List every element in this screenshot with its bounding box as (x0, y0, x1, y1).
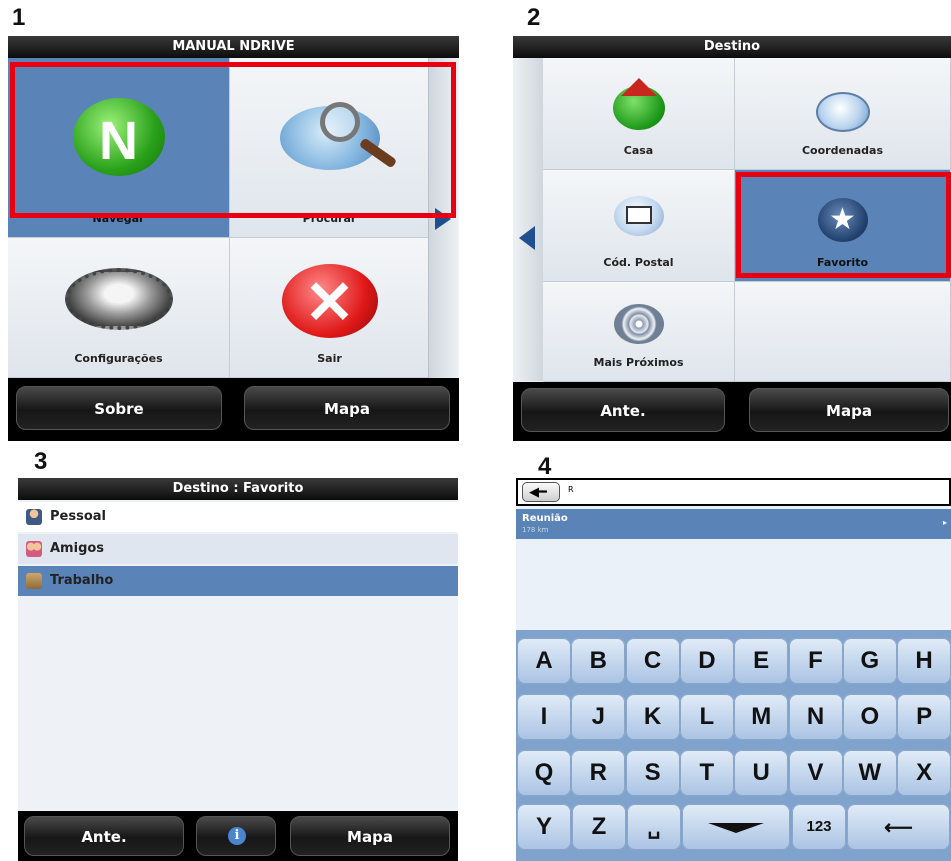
person-icon (26, 509, 42, 525)
list-item-pessoal[interactable]: Pessoal (18, 502, 458, 532)
arrow-left-icon: ◀━ (529, 485, 547, 500)
step-number-3: 3 (34, 448, 48, 475)
key-e[interactable]: E (734, 638, 789, 684)
result-row[interactable]: Reunião 178 km ▸ (516, 509, 951, 539)
arrow-left-icon (519, 226, 535, 250)
gear-icon (64, 268, 173, 330)
coordenadas-tile[interactable]: Coordenadas (735, 58, 951, 170)
key-r[interactable]: R (571, 750, 626, 796)
key-a[interactable]: A (517, 638, 571, 684)
target-icon (613, 304, 664, 344)
empty-tile (735, 282, 951, 382)
list-item-amigos[interactable]: Amigos (18, 534, 458, 564)
key-g[interactable]: G (842, 638, 897, 684)
highlight-box (736, 172, 951, 278)
hide-keyboard-key[interactable] (682, 804, 790, 850)
ante-button[interactable]: Ante. (521, 388, 725, 432)
arrow-left-icon: ⟵ (884, 817, 913, 839)
key-f[interactable]: F (788, 638, 843, 684)
screen-title: Destino : Favorito (18, 478, 458, 500)
key-h[interactable]: H (897, 638, 951, 684)
coordenadas-label: Coordenadas (801, 144, 884, 157)
briefcase-icon (26, 573, 42, 589)
key-y[interactable]: Y (517, 804, 571, 850)
compass-icon (815, 92, 870, 132)
key-i[interactable]: I (517, 694, 571, 740)
step-number-4: 4 (538, 453, 552, 480)
sair-tile[interactable]: ✕ Sair (230, 238, 430, 378)
key-s[interactable]: S (625, 750, 680, 796)
key-l[interactable]: L (679, 694, 734, 740)
key-c[interactable]: C (625, 638, 680, 684)
screen-keyboard-search: ◀━ R Reunião 178 km ▸ ABCDEFGH IJKLMNOP … (516, 478, 951, 861)
key-v[interactable]: V (788, 750, 843, 796)
hide-keyboard-icon (708, 822, 764, 833)
bottom-bar: Sobre Mapa (8, 378, 459, 441)
key-u[interactable]: U (734, 750, 789, 796)
key-z[interactable]: Z (572, 804, 626, 850)
screen-destino: Destino Casa Coordenadas Cód. Postal ★ F… (513, 36, 951, 441)
mapa-button[interactable]: Mapa (749, 388, 949, 432)
cod-postal-label: Cód. Postal (603, 256, 674, 269)
highlight-box (10, 62, 456, 218)
chevron-right-icon: ▸ (942, 518, 947, 527)
list-item-trabalho[interactable]: Trabalho (18, 566, 458, 596)
screen-title: MANUAL NDRIVE (8, 36, 459, 58)
key-o[interactable]: O (842, 694, 897, 740)
info-icon: i (228, 827, 246, 845)
screen-main-menu: MANUAL NDRIVE N Navegar Procurar Configu… (8, 36, 459, 441)
mais-proximos-tile[interactable]: Mais Próximos (543, 282, 735, 382)
search-bar: ◀━ R (516, 478, 951, 506)
result-name: Reunião (522, 513, 568, 524)
configuracoes-label: Configurações (74, 352, 163, 365)
key-w[interactable]: W (842, 750, 897, 796)
screen-favorito-list: Destino : Favorito Pessoal Amigos Trabal… (18, 478, 458, 861)
key-n[interactable]: N (788, 694, 843, 740)
mapa-button[interactable]: Mapa (244, 386, 450, 430)
screen-title: Destino (513, 36, 951, 58)
casa-tile[interactable]: Casa (543, 58, 735, 170)
key-d[interactable]: D (679, 638, 734, 684)
configuracoes-tile[interactable]: Configurações (8, 238, 230, 378)
key-m[interactable]: M (734, 694, 789, 740)
sair-label: Sair (317, 352, 342, 365)
key-p[interactable]: P (897, 694, 951, 740)
key-t[interactable]: T (679, 750, 734, 796)
step-number-2: 2 (527, 4, 541, 31)
numbers-key[interactable]: 123 (792, 804, 846, 850)
ante-button[interactable]: Ante. (24, 816, 184, 856)
list-item-label: Pessoal (50, 509, 106, 524)
space-key[interactable]: ␣ (627, 804, 681, 850)
page-scroll-left[interactable] (513, 58, 544, 381)
space-icon: ␣ (647, 817, 661, 839)
backspace-button[interactable]: ◀━ (522, 482, 560, 502)
people-icon (26, 541, 42, 557)
step-number-1: 1 (12, 4, 26, 31)
list-item-label: Trabalho (50, 573, 114, 588)
search-input[interactable]: R (568, 485, 574, 494)
key-k[interactable]: K (625, 694, 680, 740)
mais-proximos-label: Mais Próximos (593, 356, 684, 369)
info-button[interactable]: i (196, 816, 276, 856)
cod-postal-tile[interactable]: Cód. Postal (543, 170, 735, 282)
result-distance: 178 km (522, 526, 549, 534)
casa-label: Casa (623, 144, 654, 157)
mapa-button[interactable]: Mapa (290, 816, 450, 856)
key-q[interactable]: Q (517, 750, 571, 796)
key-j[interactable]: J (571, 694, 626, 740)
keyboard: ABCDEFGH IJKLMNOP QRSTUVWX Y Z ␣ 123 ⟵ (516, 630, 951, 861)
bottom-bar: Ante. i Mapa (18, 811, 458, 861)
bottom-bar: Ante. Mapa (513, 382, 951, 441)
key-b[interactable]: B (571, 638, 626, 684)
key-x[interactable]: X (897, 750, 951, 796)
sobre-button[interactable]: Sobre (16, 386, 222, 430)
backspace-key[interactable]: ⟵ (847, 804, 950, 850)
list-item-label: Amigos (50, 541, 105, 556)
